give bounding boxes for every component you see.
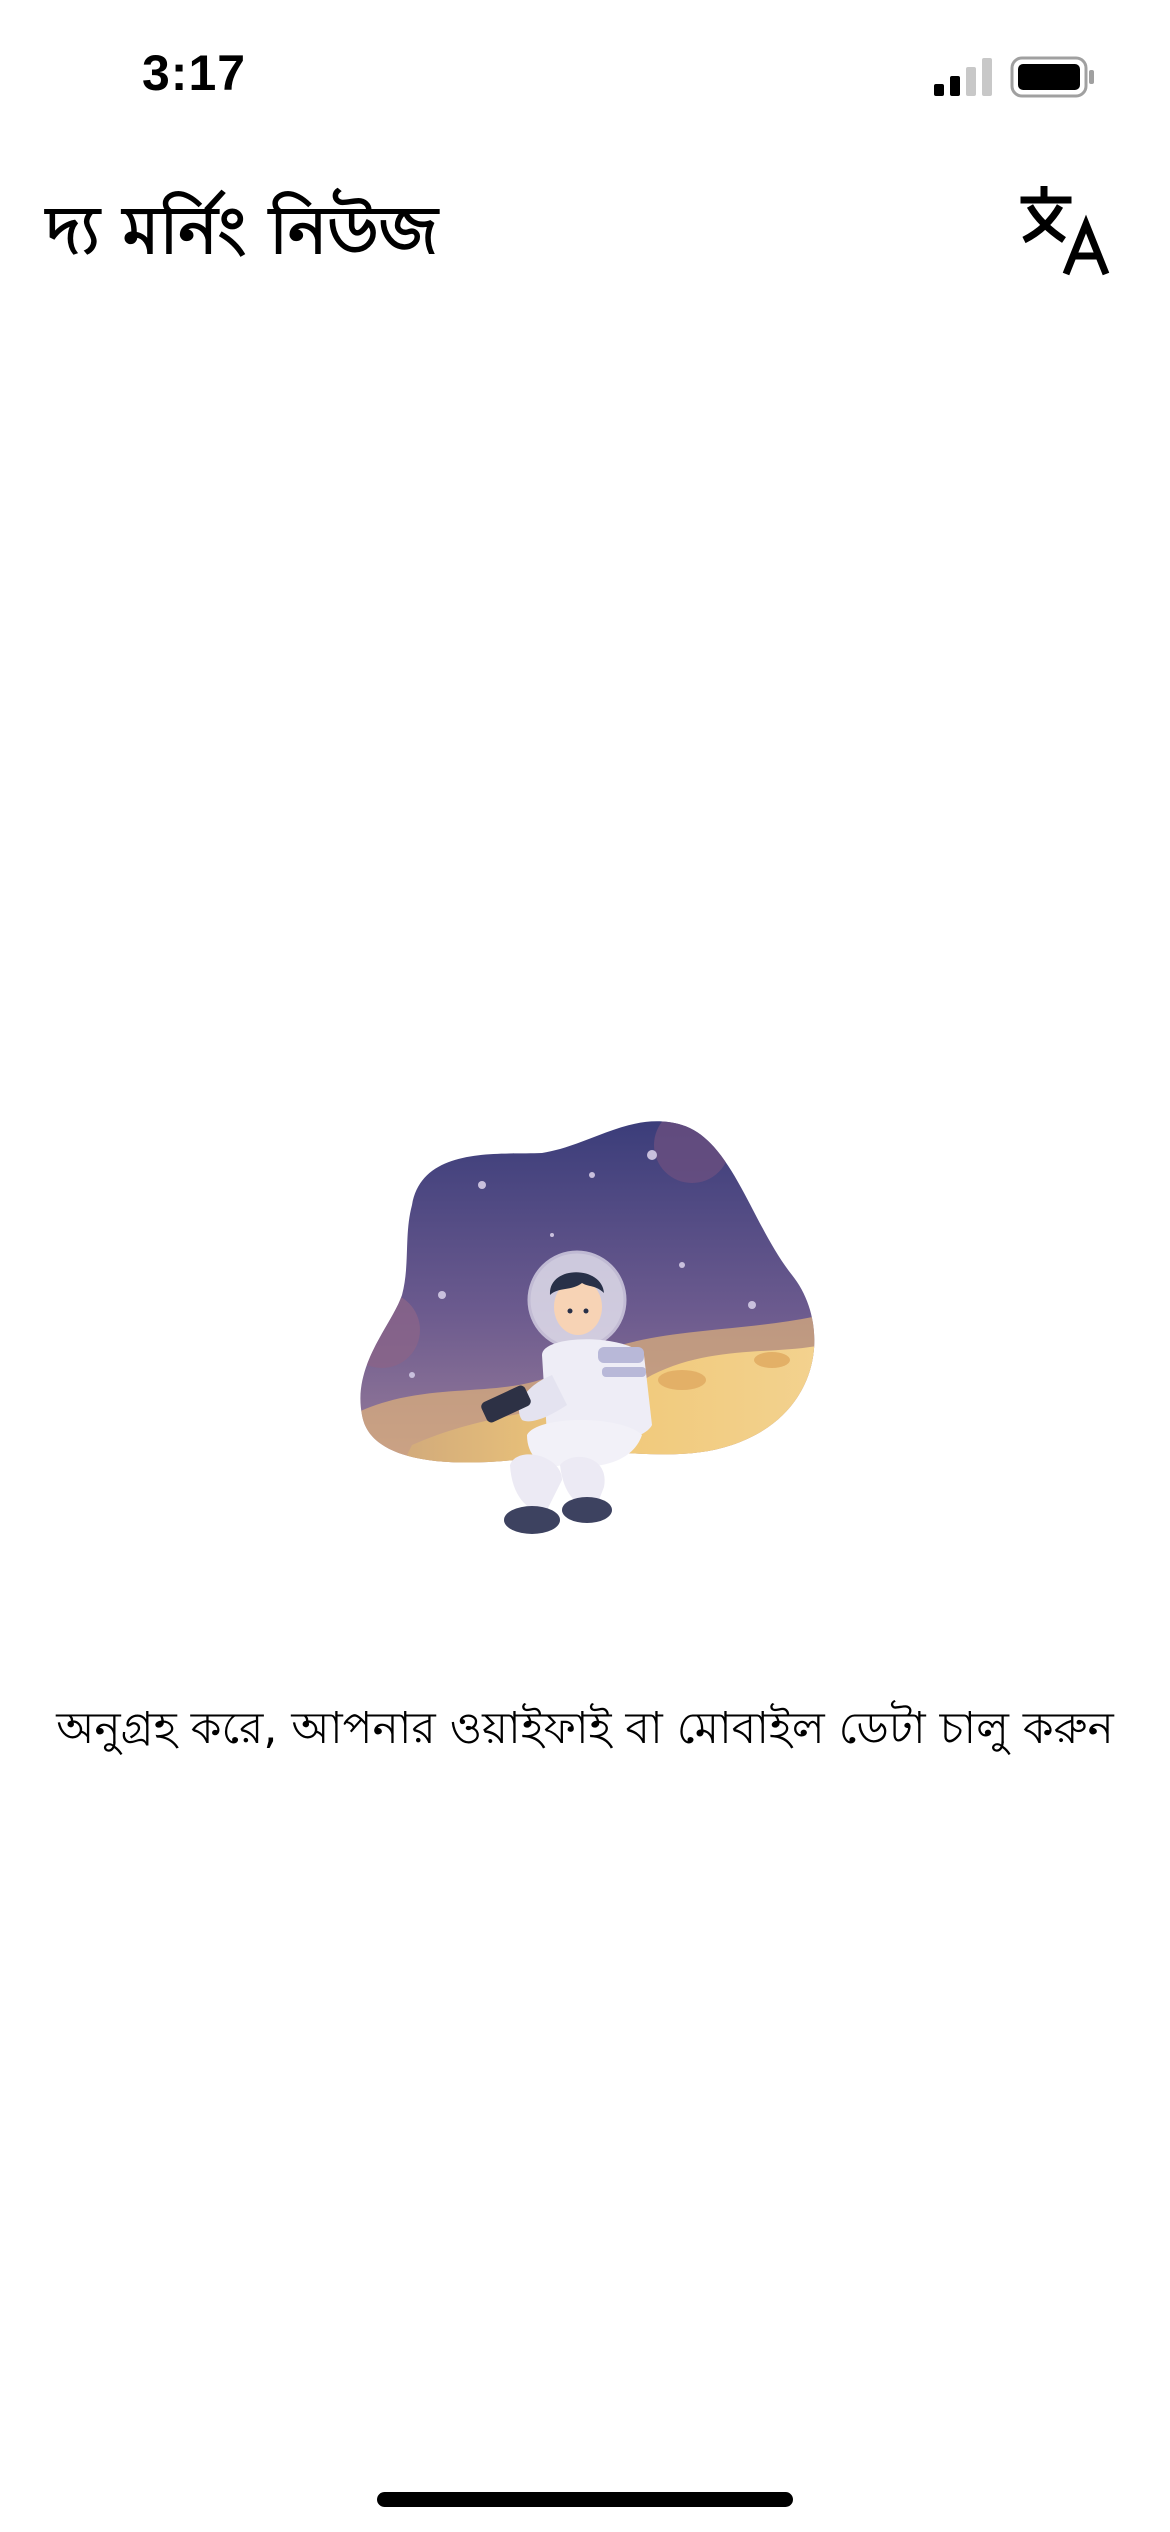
app-title: দ্য মর্নিং নিউজ xyxy=(46,192,438,269)
status-time: 3:17 xyxy=(142,45,247,101)
astronaut-offline-illustration xyxy=(360,1121,815,1534)
home-indicator[interactable] xyxy=(377,2492,793,2507)
battery-icon xyxy=(1010,56,1094,98)
status-bar: 3:17 xyxy=(0,0,1170,150)
translate-icon xyxy=(1020,186,1110,276)
offline-message: অনুগ্রহ করে, আপনার ওয়াইফাই বা মোবাইল ডে… xyxy=(56,1703,1114,1754)
translate-button[interactable] xyxy=(1018,180,1118,280)
cellular-signal-icon xyxy=(934,58,992,96)
app-header: দ্য মর্নিং নিউজ xyxy=(0,150,1170,300)
